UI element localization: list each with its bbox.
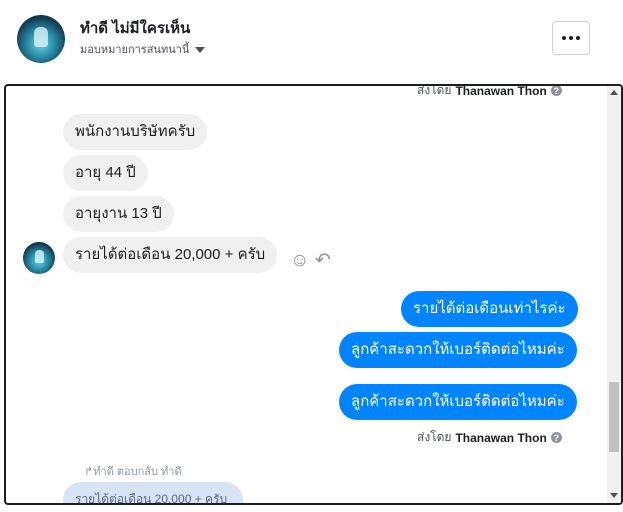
sent-by-name: Thanawan Thon — [455, 86, 547, 98]
contact-name[interactable]: ทำดี ไม่มีใครเห็น — [80, 16, 190, 40]
scroll-down-arrow-icon[interactable] — [610, 493, 618, 498]
scroll-up-arrow-icon[interactable] — [610, 90, 618, 95]
quoted-reply-bubble[interactable]: รายได้ต่อเดือน 20,000 + ครับ — [63, 482, 243, 503]
sent-by-prefix: ส่งโดย — [417, 430, 452, 444]
message-bubble[interactable]: รายได้ต่อเดือนเท่าไรค่ะ — [401, 291, 578, 327]
help-icon[interactable]: ? — [550, 86, 562, 96]
sent-by-label: ส่งโดย Thanawan Thon ? — [417, 428, 562, 447]
reply-icon[interactable]: ↶ — [315, 251, 331, 270]
reply-header-text: ทำดี ตอบกลับ ทำดี — [93, 466, 182, 478]
message-bubble[interactable]: อายุงาน 13 ปี — [63, 196, 174, 232]
more-icon-dot — [569, 36, 573, 40]
more-icon-dot — [576, 36, 580, 40]
reply-arrow-icon: ↱ — [84, 466, 94, 478]
message-bubble[interactable]: อายุ 44 ปี — [63, 155, 148, 191]
assign-conversation-label: มอบหมายการสนทนานี้ — [80, 44, 190, 56]
sent-by-name: Thanawan Thon — [455, 430, 547, 445]
sent-by-label-top: ส่งโดย Thanawan Thon ? — [417, 86, 562, 100]
more-icon — [562, 36, 566, 40]
help-icon[interactable]: ? — [550, 432, 562, 443]
smile-icon[interactable]: ☺ — [290, 251, 309, 270]
caret-down-icon — [195, 46, 206, 53]
reply-header: ↱ทำดี ตอบกลับ ทำดี — [84, 462, 182, 480]
message-list[interactable]: ส่งโดย Thanawan Thon ? พนักงานบริษัทครับ… — [6, 86, 607, 503]
sender-avatar — [23, 242, 55, 274]
message-bubble[interactable]: รายได้ต่อเดือน 20,000 + ครับ — [63, 237, 278, 273]
assign-conversation-button[interactable]: มอบหมายการสนทนานี้ — [80, 40, 206, 58]
conversation-header: ทำดี ไม่มีใครเห็น มอบหมายการสนทนานี้ — [0, 0, 623, 84]
scrollbar[interactable] — [607, 86, 621, 503]
scrollbar-thumb[interactable] — [609, 382, 619, 452]
message-bubble[interactable]: ลูกค้าสะดวกให้เบอร์ติดต่อไหมค่ะ — [339, 332, 577, 368]
contact-avatar[interactable] — [17, 15, 65, 63]
sent-by-prefix: ส่งโดย — [417, 86, 452, 97]
more-options-button[interactable] — [552, 21, 590, 55]
message-bubble[interactable]: ลูกค้าสะดวกให้เบอร์ติดต่อไหมค่ะ — [339, 384, 577, 420]
message-bubble[interactable]: พนักงานบริษัทครับ — [63, 114, 208, 150]
chat-panel: ส่งโดย Thanawan Thon ? พนักงานบริษัทครับ… — [4, 84, 623, 505]
